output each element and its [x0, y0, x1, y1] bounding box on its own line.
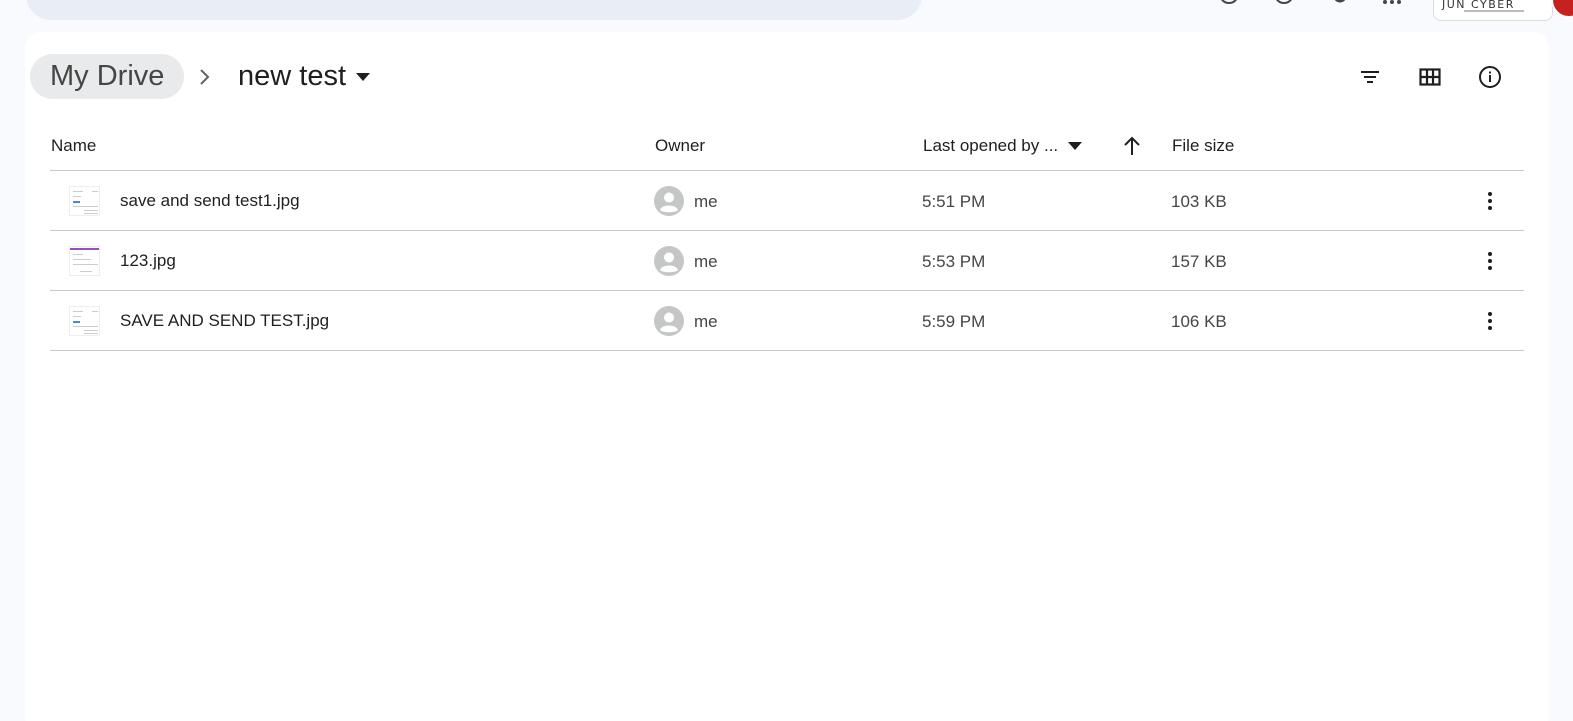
search-bar[interactable]: [26, 0, 922, 20]
chevron-right-icon: [200, 69, 210, 85]
last-opened-time: 5:53 PM: [922, 252, 986, 271]
file-row[interactable]: save and send test1.jpg me 5:51 PM 103 K…: [50, 171, 1524, 231]
column-label: Name: [51, 136, 97, 155]
file-list-header: Name Owner Last opened by ... File size: [50, 122, 1524, 171]
arrow-up-icon[interactable]: [1121, 135, 1143, 157]
file-name: save and send test1.jpg: [120, 191, 300, 210]
apps-icon[interactable]: [1378, 0, 1406, 6]
file-size: 157 KB: [1171, 252, 1227, 271]
owner-avatar-icon: [654, 306, 684, 336]
file-size: 103 KB: [1171, 192, 1227, 211]
owner-avatar-icon: [654, 246, 684, 276]
owner-name: me: [694, 312, 718, 331]
more-actions-button[interactable]: [1472, 243, 1508, 279]
column-header-file-size[interactable]: File size: [1172, 136, 1234, 156]
file-thumbnail: [69, 246, 100, 276]
more-vert-icon: [1488, 192, 1492, 210]
filter-button[interactable]: [1350, 57, 1390, 97]
owner-avatar-icon: [654, 186, 684, 216]
caret-down-icon: [1068, 142, 1083, 150]
file-list: Name Owner Last opened by ... File size: [50, 122, 1524, 351]
brand-tagline-mark: [1464, 10, 1524, 12]
owner-name: me: [694, 192, 718, 211]
file-row[interactable]: 123.jpg me 5:53 PM 157 KB: [50, 231, 1524, 291]
column-label: Last opened by ...: [923, 136, 1059, 155]
file-size: 106 KB: [1171, 312, 1227, 331]
last-opened-time: 5:59 PM: [922, 312, 986, 331]
settings-icon[interactable]: [1326, 0, 1354, 6]
grid-view-button[interactable]: [1410, 57, 1450, 97]
more-vert-icon: [1488, 252, 1492, 270]
info-icon: [1479, 66, 1501, 88]
folder-header: My Drive new test: [25, 32, 1549, 122]
more-vert-icon: [1488, 312, 1492, 330]
breadcrumb-my-drive[interactable]: My Drive: [30, 54, 185, 99]
column-label: Owner: [655, 136, 706, 155]
details-button[interactable]: [1470, 57, 1510, 97]
last-opened-time: 5:51 PM: [922, 192, 986, 211]
more-actions-button[interactable]: [1472, 303, 1508, 339]
owner-name: me: [694, 252, 718, 271]
current-folder-name: new test: [238, 60, 346, 92]
more-actions-button[interactable]: [1472, 183, 1508, 219]
help-icon[interactable]: [1215, 0, 1243, 6]
filter-icon: [1361, 71, 1379, 83]
file-name: 123.jpg: [120, 251, 176, 270]
support-icon[interactable]: [1270, 0, 1298, 6]
account-avatar[interactable]: [1551, 0, 1573, 18]
column-header-name[interactable]: Name: [51, 136, 96, 156]
account-switcher[interactable]: JUN CYBER: [1433, 0, 1553, 21]
breadcrumb-current-folder[interactable]: new test: [228, 54, 380, 99]
file-name: SAVE AND SEND TEST.jpg: [120, 311, 330, 330]
column-label: File size: [1172, 136, 1235, 155]
top-bar: JUN CYBER: [0, 0, 1573, 30]
file-thumbnail: [69, 186, 100, 216]
file-row[interactable]: SAVE AND SEND TEST.jpg me 5:59 PM 106 KB: [50, 291, 1524, 351]
column-header-last-opened[interactable]: Last opened by ...: [923, 136, 1083, 156]
file-thumbnail: [69, 306, 100, 336]
grid-view-icon: [1419, 68, 1441, 86]
column-header-owner[interactable]: Owner: [655, 136, 705, 156]
caret-down-icon: [356, 72, 370, 81]
main-panel: My Drive new test Name Owner Last opened…: [25, 32, 1549, 721]
